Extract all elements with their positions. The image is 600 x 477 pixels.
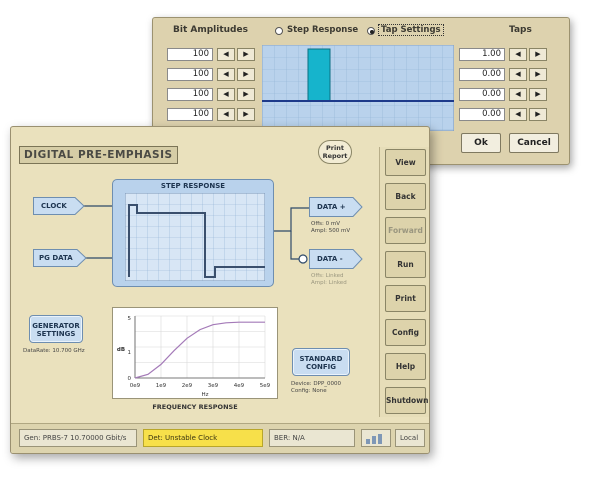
config-button[interactable]: Config bbox=[385, 319, 426, 346]
bit-amplitude-field[interactable]: 100 bbox=[167, 68, 213, 81]
decrement-arrow-icon[interactable]: ◀ bbox=[509, 48, 527, 61]
help-button[interactable]: Help bbox=[385, 353, 426, 380]
bit-amplitude-field[interactable]: 100 bbox=[167, 88, 213, 101]
frequency-response-curve bbox=[134, 321, 265, 379]
frequency-x-tick-labels: 0e9 1e9 2e9 3e9 4e9 5e9 bbox=[130, 383, 271, 389]
tap-settings-radio-label[interactable]: Tap Settings bbox=[378, 24, 444, 36]
step-response-radio[interactable] bbox=[275, 27, 283, 35]
frequency-x-tick-label: 4e9 bbox=[234, 383, 245, 389]
frequency-response-chart: 0e9 1e9 2e9 3e9 4e9 5e9 0 1 5 Hz dB bbox=[117, 315, 271, 398]
frequency-x-tick-label: 5e9 bbox=[260, 383, 271, 389]
digital-pre-emphasis-window: DIGITAL PRE-EMPHASIS Print Report CLOCK … bbox=[10, 126, 430, 454]
frequency-y-tick-label: 5 bbox=[128, 316, 132, 322]
device-name: Device: DPP_0000 bbox=[291, 381, 342, 387]
data-minus-offset: Offs: Linked bbox=[311, 273, 344, 279]
standard-config-button[interactable]: STANDARD CONFIG bbox=[292, 348, 350, 376]
tap-settings-radio[interactable] bbox=[367, 27, 375, 35]
shutdown-button[interactable]: Shutdown bbox=[385, 387, 428, 414]
standard-config-label-line1: STANDARD bbox=[299, 355, 343, 363]
run-button[interactable]: Run bbox=[385, 251, 426, 278]
data-minus-label[interactable]: DATA - bbox=[317, 251, 343, 267]
bit-amplitude-field[interactable]: 100 bbox=[167, 48, 213, 61]
generator-settings-button[interactable]: GENERATOR SETTINGS bbox=[29, 315, 83, 343]
decrement-arrow-icon[interactable]: ◀ bbox=[217, 68, 235, 81]
cancel-button[interactable]: Cancel bbox=[509, 133, 559, 153]
frequency-x-tick-label: 1e9 bbox=[156, 383, 167, 389]
increment-arrow-icon[interactable]: ▶ bbox=[529, 88, 547, 101]
bit-amplitudes-header: Bit Amplitudes bbox=[173, 25, 248, 35]
tap-bar bbox=[307, 48, 331, 102]
increment-arrow-icon[interactable]: ▶ bbox=[237, 68, 255, 81]
increment-arrow-icon[interactable]: ▶ bbox=[529, 108, 547, 121]
increment-arrow-icon[interactable]: ▶ bbox=[237, 88, 255, 101]
config-name: Config: None bbox=[291, 388, 327, 394]
ber-status: BER: N/A bbox=[269, 429, 355, 447]
decrement-arrow-icon[interactable]: ◀ bbox=[509, 68, 527, 81]
ok-button[interactable]: Ok bbox=[461, 133, 501, 153]
increment-arrow-icon[interactable]: ▶ bbox=[237, 48, 255, 61]
frequency-y-tick-label: 0 bbox=[128, 376, 132, 382]
data-minus-switch-icon bbox=[298, 254, 308, 264]
decrement-arrow-icon[interactable]: ◀ bbox=[509, 88, 527, 101]
tap-plot bbox=[262, 45, 454, 131]
frequency-x-tick-label: 3e9 bbox=[208, 383, 219, 389]
forward-button[interactable]: Forward bbox=[385, 217, 426, 244]
clock-label[interactable]: CLOCK bbox=[41, 198, 67, 214]
tap-field[interactable]: 0.00 bbox=[459, 88, 505, 101]
step-response-radio-label[interactable]: Step Response bbox=[287, 25, 358, 35]
frequency-y-axis-label: dB bbox=[117, 347, 125, 353]
data-minus-connector bbox=[290, 231, 299, 260]
data-plus-label[interactable]: DATA + bbox=[317, 199, 346, 215]
back-button[interactable]: Back bbox=[385, 183, 426, 210]
frequency-response-title: FREQUENCY RESPONSE bbox=[152, 403, 238, 411]
tap-field[interactable]: 1.00 bbox=[459, 48, 505, 61]
decrement-arrow-icon[interactable]: ◀ bbox=[217, 108, 235, 121]
detector-status: Det: Unstable Clock bbox=[143, 429, 263, 447]
frequency-y-tick-label: 1 bbox=[128, 350, 132, 356]
tap-plot-grid bbox=[262, 45, 454, 131]
data-rate: DataRate: 10.700 GHz bbox=[23, 348, 85, 354]
data-plus-amplitude: Ampl: 500 mV bbox=[311, 228, 351, 234]
data-plus-connector bbox=[273, 207, 309, 232]
local-status: Local bbox=[395, 429, 425, 447]
increment-arrow-icon[interactable]: ▶ bbox=[529, 48, 547, 61]
standard-config-label-line2: CONFIG bbox=[305, 363, 337, 371]
tap-field[interactable]: 0.00 bbox=[459, 108, 505, 121]
step-response-title: STEP RESPONSE bbox=[160, 182, 226, 190]
decrement-arrow-icon[interactable]: ◀ bbox=[217, 48, 235, 61]
frequency-x-axis-label: Hz bbox=[201, 392, 208, 398]
signal-meter-icon bbox=[361, 429, 391, 447]
frequency-y-tick-labels: 0 1 5 bbox=[128, 316, 132, 382]
increment-arrow-icon[interactable]: ▶ bbox=[237, 108, 255, 121]
decrement-arrow-icon[interactable]: ◀ bbox=[509, 108, 527, 121]
taps-header: Taps bbox=[509, 25, 532, 35]
data-minus-amplitude: Ampl: Linked bbox=[311, 280, 347, 286]
frequency-x-tick-label: 2e9 bbox=[182, 383, 193, 389]
generator-settings-label-line1: GENERATOR bbox=[32, 322, 80, 330]
frequency-x-tick-label: 0e9 bbox=[130, 383, 141, 389]
generator-status: Gen: PRBS-7 10.70000 Gbit/s bbox=[19, 429, 137, 447]
pg-data-label[interactable]: PG DATA bbox=[39, 250, 73, 266]
print-button[interactable]: Print bbox=[385, 285, 426, 312]
decrement-arrow-icon[interactable]: ◀ bbox=[217, 88, 235, 101]
tap-field[interactable]: 0.00 bbox=[459, 68, 505, 81]
step-response-plot bbox=[125, 193, 265, 281]
view-button[interactable]: View bbox=[385, 149, 426, 176]
bit-amplitude-field[interactable]: 100 bbox=[167, 108, 213, 121]
data-plus-offset: Offs: 0 mV bbox=[311, 221, 340, 227]
generator-settings-label-line2: SETTINGS bbox=[36, 330, 76, 338]
increment-arrow-icon[interactable]: ▶ bbox=[529, 68, 547, 81]
